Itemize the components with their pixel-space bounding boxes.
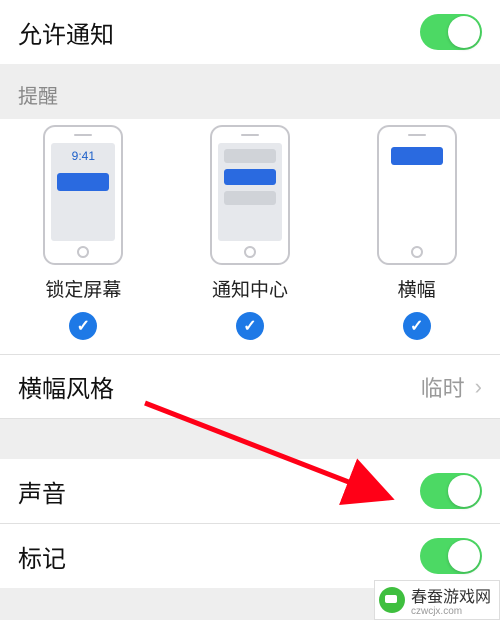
watermark-url: czwcjx.com — [411, 607, 491, 617]
alert-option-notification-center[interactable]: 通知中心 — [167, 125, 332, 340]
alerts-group: 9:41 锁定屏幕 通知中心 — [0, 119, 500, 355]
sounds-row: 声音 — [0, 459, 500, 524]
banner-checkmark-icon — [403, 312, 431, 340]
lockscreen-preview-icon: 9:41 — [43, 125, 123, 265]
banner-style-value: 临时 — [421, 371, 465, 403]
banner-style-label: 横幅风格 — [18, 369, 114, 404]
lockscreen-time: 9:41 — [51, 149, 115, 163]
watermark-logo-icon — [379, 587, 405, 613]
allow-notifications-label: 允许通知 — [18, 15, 114, 50]
lockscreen-checkmark-icon — [69, 312, 97, 340]
banner-style-row[interactable]: 横幅风格 临时 › — [0, 355, 500, 419]
allow-notifications-row: 允许通知 — [0, 0, 500, 64]
sounds-toggle[interactable] — [420, 473, 482, 509]
allow-notifications-toggle[interactable] — [420, 14, 482, 50]
badges-label: 标记 — [18, 539, 66, 574]
badges-toggle[interactable] — [420, 538, 482, 574]
banner-label: 横幅 — [398, 275, 436, 302]
lockscreen-label: 锁定屏幕 — [45, 275, 121, 302]
alerts-section-header: 提醒 — [0, 64, 500, 119]
watermark: 春蚕游戏网 czwcjx.com — [374, 580, 500, 620]
watermark-name: 春蚕游戏网 — [411, 583, 491, 607]
alert-option-banner[interactable]: 横幅 — [334, 125, 499, 340]
sounds-label: 声音 — [18, 474, 66, 509]
section-gap — [0, 419, 500, 459]
banner-preview-icon — [377, 125, 457, 265]
notification-center-checkmark-icon — [236, 312, 264, 340]
notification-center-label: 通知中心 — [212, 275, 288, 302]
notification-center-preview-icon — [210, 125, 290, 265]
chevron-right-icon: › — [475, 374, 482, 400]
alert-option-lockscreen[interactable]: 9:41 锁定屏幕 — [1, 125, 166, 340]
badges-row: 标记 — [0, 524, 500, 588]
